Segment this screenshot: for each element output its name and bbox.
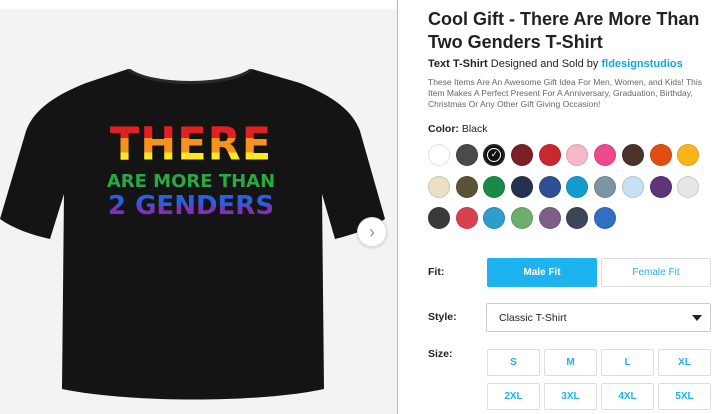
color-swatch-grid: ✓ [428,144,713,229]
style-select-value: Classic T-Shirt [499,311,567,324]
size-button-5xl[interactable]: 5XL [658,383,711,410]
shirt-print: THERE ARE MORE THAN 2 GENDERS [106,122,276,221]
color-swatch[interactable] [428,207,450,229]
color-swatch[interactable]: ✓ [483,144,506,166]
panel-divider [397,0,398,414]
byline-text: Designed and Sold by [490,58,599,70]
color-swatch[interactable] [538,175,561,198]
color-swatch[interactable] [428,144,450,166]
artist-link[interactable]: fldesignstudios [601,58,682,70]
product-description: These Items Are An Awesome Gift Idea For… [428,77,703,109]
chevron-right-icon: › [369,221,375,242]
color-swatch[interactable] [538,144,561,166]
size-label: Size: [428,348,453,360]
color-swatch[interactable] [511,207,534,229]
color-swatch[interactable] [594,207,617,229]
color-swatch[interactable] [621,144,644,166]
size-button-3xl[interactable]: 3XL [544,383,597,410]
color-swatch[interactable] [649,175,672,198]
product-title: Cool Gift - There Are More Than Two Gend… [428,9,700,52]
color-swatch[interactable] [511,144,534,166]
color-swatch[interactable] [649,144,672,166]
color-swatch[interactable] [511,175,534,198]
tshirt-image: THERE ARE MORE THAN 2 GENDERS [0,69,397,409]
color-swatch[interactable] [677,144,700,166]
color-swatch[interactable] [483,175,506,198]
fit-label: Fit: [428,266,445,278]
color-selected-value: Black [461,123,488,135]
color-swatch[interactable] [455,175,478,198]
color-swatch[interactable] [677,175,700,198]
color-swatch[interactable] [566,144,589,166]
product-image-panel: THERE ARE MORE THAN 2 GENDERS › [0,9,397,414]
color-swatch[interactable] [428,175,450,198]
size-button-l[interactable]: L [601,349,654,376]
color-swatch[interactable] [566,207,589,229]
style-label: Style: [428,311,457,323]
print-line-genders: 2 GENDERS [107,191,275,221]
color-swatch[interactable] [594,175,617,198]
color-swatch[interactable] [538,207,561,229]
check-icon: ✓ [487,148,502,162]
size-button-4xl[interactable]: 4XL [601,383,654,410]
color-swatch[interactable] [621,175,644,198]
product-type: Text T-Shirt [428,58,488,70]
product-info: Cool Gift - There Are More Than Two Gend… [428,8,713,229]
style-select[interactable]: Classic T-Shirt [486,303,711,332]
color-swatch[interactable] [594,144,617,166]
color-swatch[interactable] [483,207,506,229]
print-line-are-more-than: ARE MORE THAN [106,171,276,192]
color-swatch[interactable] [566,175,589,198]
next-image-button[interactable]: › [357,217,387,247]
size-button-xl[interactable]: XL [658,349,711,376]
female-fit-button[interactable]: Female Fit [601,258,711,287]
print-line-there: THERE [106,122,276,168]
color-swatch[interactable] [455,144,478,166]
color-swatch[interactable] [455,207,478,229]
color-label-text: Color: [428,123,459,135]
product-byline: Text T-Shirt Designed and Sold by fldesi… [428,58,713,70]
color-label: Color: Black [428,123,713,135]
size-button-m[interactable]: M [544,349,597,376]
size-button-s[interactable]: S [487,349,540,376]
male-fit-button[interactable]: Male Fit [487,258,597,287]
size-button-2xl[interactable]: 2XL [487,383,540,410]
caret-down-icon [692,315,702,321]
